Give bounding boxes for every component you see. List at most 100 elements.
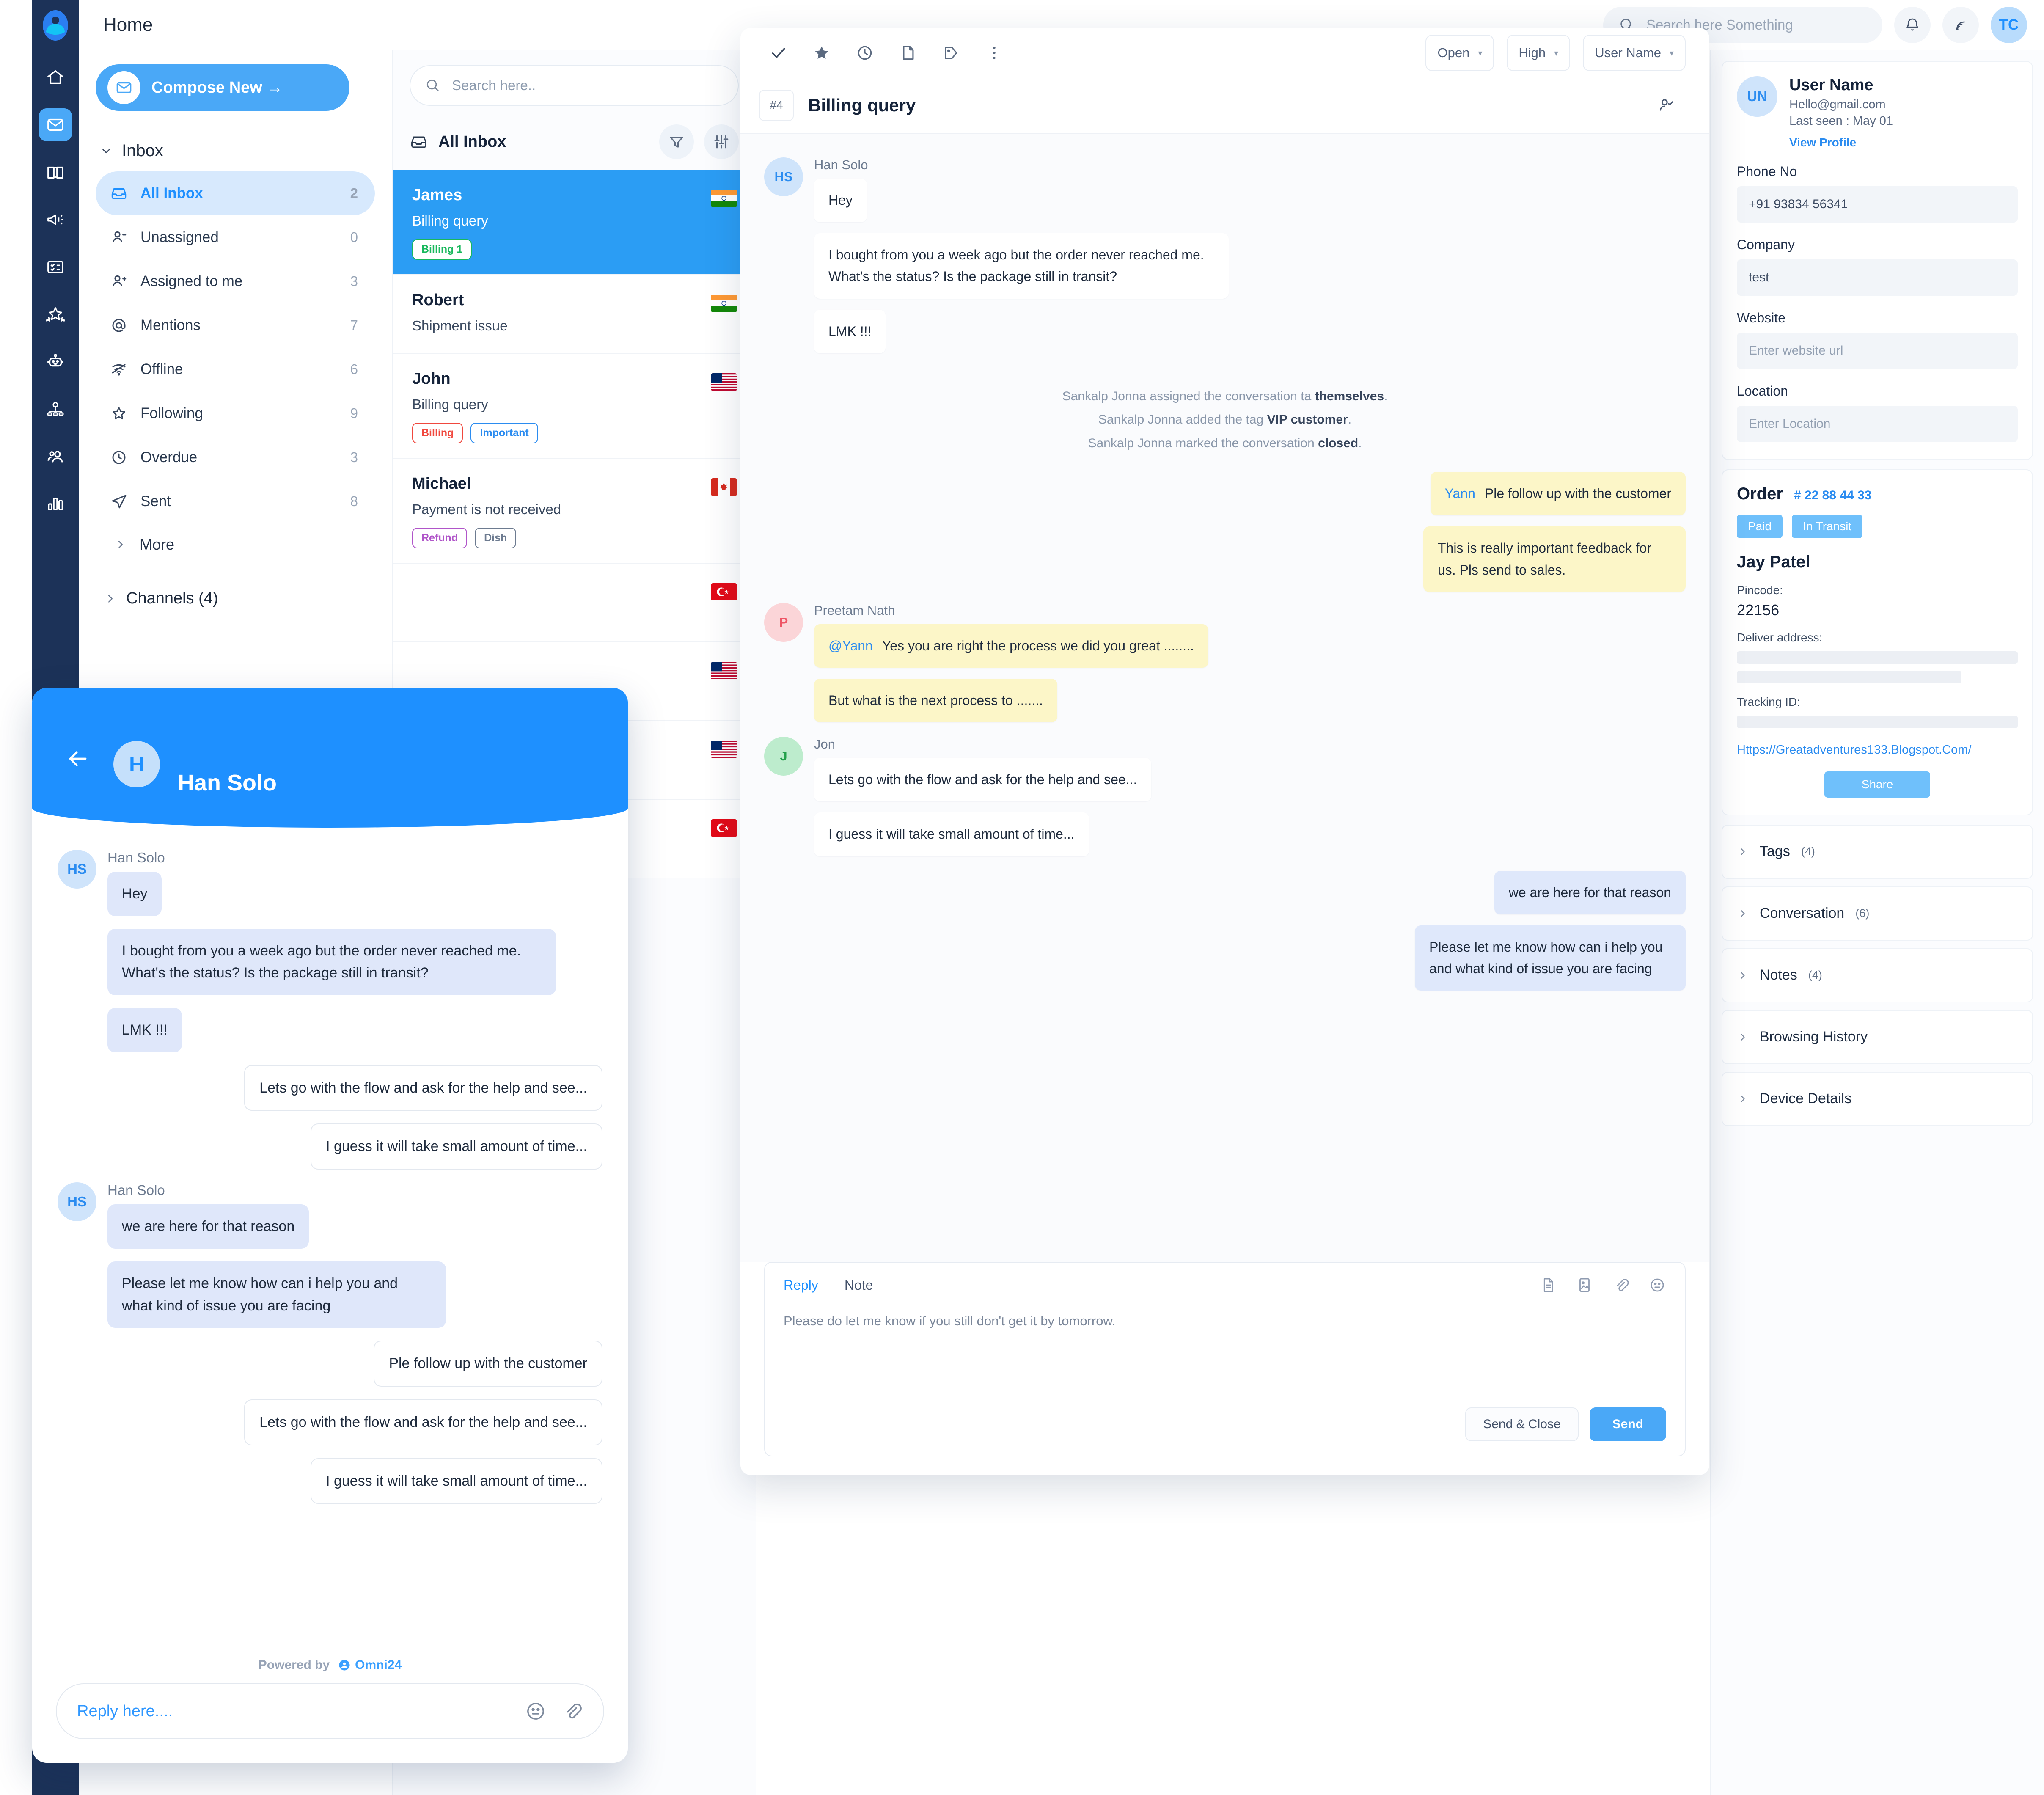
assignee-select[interactable]: User Name ▾	[1583, 35, 1686, 71]
editor-tools	[1539, 1276, 1666, 1294]
rail-item-campaign[interactable]	[39, 203, 72, 236]
reply-editor: Reply Note Please do let me know if you …	[764, 1262, 1686, 1456]
sidebar-item-following[interactable]: Following 9	[96, 391, 375, 435]
accordion-tags[interactable]: Tags (4)	[1722, 824, 2033, 879]
rail-item-tasks[interactable]	[39, 251, 72, 284]
tab-reply[interactable]: Reply	[784, 1277, 818, 1293]
user-check-icon	[1659, 99, 1673, 111]
document-icon[interactable]	[1539, 1276, 1557, 1294]
sidebar-item-all-inbox[interactable]: All Inbox 2	[96, 171, 375, 215]
status-badge-paid: Paid	[1737, 515, 1783, 538]
notifications-button[interactable]	[1894, 7, 1931, 43]
flag-usa-icon	[711, 662, 737, 680]
rail-item-automation[interactable]	[39, 393, 72, 426]
conversation-list-item[interactable]	[393, 564, 756, 642]
conversation-list-item[interactable]: John Billing query Billing Important	[393, 354, 756, 459]
rail-item-home[interactable]	[39, 61, 72, 94]
rail-item-knowledge-base[interactable]	[39, 156, 72, 189]
message-bubble: we are here for that reason	[107, 1204, 309, 1249]
sidebar-item-overdue[interactable]: Overdue 3	[96, 435, 375, 479]
note-bubble: But what is the next process to .......	[814, 679, 1057, 723]
accordion-notes[interactable]: Notes (4)	[1722, 948, 2033, 1002]
conversation-search-input[interactable]: Search here..	[410, 65, 739, 106]
sidebar-item-assigned-to-me[interactable]: Assigned to me 3	[96, 259, 375, 303]
star-icon	[815, 46, 828, 59]
tag-button[interactable]	[932, 33, 971, 72]
chat-widget-header: H Han Solo	[32, 688, 628, 828]
sidebar-item-more[interactable]: More	[96, 523, 375, 566]
view-profile-link[interactable]: View Profile	[1789, 136, 1893, 149]
sidebar-count: 3	[350, 449, 358, 465]
priority-select[interactable]: High ▾	[1507, 35, 1571, 71]
order-number[interactable]: # 22 88 44 33	[1794, 488, 1872, 503]
sidebar-item-offline[interactable]: Offline 6	[96, 347, 375, 391]
status-select[interactable]: Open ▾	[1425, 35, 1494, 71]
envelope-icon	[116, 82, 132, 93]
accordion-conversation[interactable]: Conversation (6)	[1722, 886, 2033, 941]
widget-reply-input[interactable]: Reply here....	[56, 1683, 604, 1739]
message-bubble: I guess it will take small amount of tim…	[311, 1458, 602, 1504]
user-avatar[interactable]: TC	[1991, 7, 2027, 43]
share-button[interactable]: Share	[1824, 771, 1930, 798]
widget-message-group: HS Han Solo Hey I bought from you a week…	[58, 850, 602, 1065]
conversation-list-item[interactable]: Michael Payment is not received Refund D…	[393, 459, 756, 564]
compose-new-button[interactable]: Compose New →	[96, 64, 349, 111]
emoji-icon[interactable]	[1648, 1276, 1666, 1294]
sidebar-item-sent[interactable]: Sent 8	[96, 479, 375, 523]
broadcast-button[interactable]	[1942, 7, 1979, 43]
attachment-icon[interactable]	[561, 1700, 583, 1722]
reply-textarea[interactable]: Please do let me know if you still don't…	[765, 1294, 1685, 1329]
assign-user-button[interactable]	[1647, 86, 1686, 125]
accordion-browsing-history[interactable]: Browsing History	[1722, 1010, 2033, 1064]
clock-icon	[112, 451, 126, 464]
star-button[interactable]	[802, 33, 841, 72]
sidebar-count: 3	[350, 273, 358, 289]
snooze-button[interactable]	[845, 33, 884, 72]
conversation-list-item[interactable]: Robert Shipment issue	[393, 275, 756, 354]
resolve-button[interactable]	[759, 33, 798, 72]
conversation-toolbar: Open ▾ High ▾ User Name ▾	[740, 28, 1709, 78]
sidebar-item-unassigned[interactable]: Unassigned 0	[96, 215, 375, 259]
rail-item-ratings[interactable]	[39, 298, 72, 331]
chevron-down-icon: ▾	[1478, 48, 1483, 58]
company-field[interactable]: test	[1737, 259, 2018, 296]
widget-message-outgoing: Lets go with the flow and ask for the he…	[58, 1399, 602, 1445]
rail-item-reports[interactable]	[39, 487, 72, 520]
emoji-icon[interactable]	[525, 1700, 547, 1722]
image-icon[interactable]	[1576, 1276, 1593, 1294]
order-link[interactable]: Https://Greatadventures133.Blogspot.Com/	[1737, 741, 2018, 760]
inbox-group-header[interactable]: Inbox	[100, 141, 375, 160]
flag-india-icon	[711, 190, 737, 207]
filter-button[interactable]	[659, 124, 694, 159]
search-icon	[426, 79, 439, 92]
check-icon	[772, 48, 785, 58]
sidebar-item-mentions[interactable]: Mentions 7	[96, 303, 375, 347]
accordion-device-details[interactable]: Device Details	[1722, 1071, 2033, 1126]
location-field[interactable]: Enter Location	[1737, 406, 2018, 442]
note-row: Yann Ple follow up with the customer	[764, 472, 1686, 516]
message-author: Han Solo	[107, 850, 165, 865]
sidebar-count: 9	[350, 405, 358, 421]
send-and-close-button[interactable]: Send & Close	[1465, 1407, 1579, 1441]
rail-item-inbox[interactable]	[39, 108, 72, 141]
conversation-tags: Billing Important	[412, 423, 736, 443]
conversation-tags: Billing 1	[412, 239, 736, 260]
widget-message-group: HS Han Solo we are here for that reason …	[58, 1182, 602, 1341]
website-field[interactable]: Enter website url	[1737, 333, 2018, 369]
send-button[interactable]: Send	[1589, 1407, 1666, 1441]
back-button[interactable]	[60, 741, 96, 776]
archive-button[interactable]	[889, 33, 927, 72]
attachment-icon[interactable]	[1612, 1276, 1630, 1294]
rail-item-bot[interactable]	[39, 345, 72, 378]
phone-field[interactable]: +91 93834 56341	[1737, 186, 2018, 223]
at-icon	[112, 319, 126, 332]
conversation-list-item[interactable]: James Billing query Billing 1	[393, 170, 756, 275]
sidebar-channels-group[interactable]: Channels (4)	[96, 589, 375, 608]
accordion-count: (4)	[1808, 969, 1822, 981]
tab-note[interactable]: Note	[845, 1277, 873, 1293]
sort-button[interactable]	[704, 124, 739, 159]
more-options-button[interactable]	[975, 33, 1014, 72]
rail-item-contacts[interactable]	[39, 440, 72, 473]
accordion-count: (6)	[1855, 907, 1870, 920]
flag-india-icon	[711, 295, 737, 312]
